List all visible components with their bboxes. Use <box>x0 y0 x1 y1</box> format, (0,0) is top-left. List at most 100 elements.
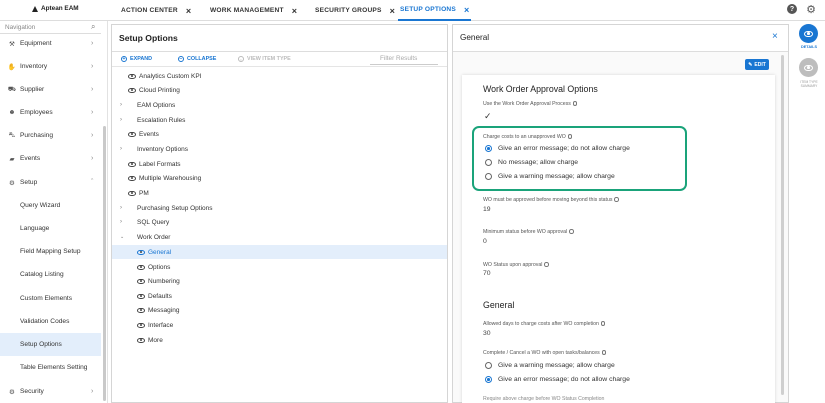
eye-icon <box>128 161 136 167</box>
close-icon[interactable]: × <box>186 6 191 16</box>
chevron-right-icon[interactable]: › <box>120 205 122 211</box>
tree-item-interface[interactable]: Interface <box>137 318 173 332</box>
tree-item-eam-options[interactable]: › EAM Options <box>120 98 175 112</box>
sidebar-scrollbar[interactable] <box>103 126 106 401</box>
info-icon[interactable] <box>572 101 578 106</box>
wo-status-approval-value: 70 <box>483 270 491 277</box>
close-icon[interactable]: × <box>772 31 778 42</box>
complete-option-warning-radio[interactable]: Give a warning message; allow charge <box>485 362 615 369</box>
truck-icon: ⛟ <box>7 86 17 93</box>
radio-unselected-icon <box>485 362 492 369</box>
collapse-button[interactable]: − COLLAPSE <box>178 56 216 62</box>
sidebar-item-employees[interactable]: ☻ Employees › <box>0 101 101 124</box>
cutoff-label: Require above charge before WO Status Co… <box>483 396 605 402</box>
tree-item-cloud-printing[interactable]: Cloud Printing <box>120 83 180 97</box>
close-icon[interactable]: × <box>292 6 297 16</box>
allowed-days-label: Allowed days to charge costs after WO co… <box>483 321 606 327</box>
view-item-type-button[interactable]: • VIEW ITEM TYPE <box>238 56 291 62</box>
chevron-right-icon[interactable]: › <box>120 117 122 123</box>
gear-icon: ⚙ <box>9 388 15 396</box>
brand-logo[interactable]: Aptean EAM <box>32 5 79 12</box>
info-icon[interactable] <box>600 321 606 326</box>
expand-button[interactable]: + EXPAND <box>121 56 152 62</box>
tree-item-options[interactable]: Options <box>137 260 170 274</box>
tree-item-defaults[interactable]: Defaults <box>137 289 172 303</box>
use-approval-process-label: Use the Work Order Approval Process <box>483 101 578 107</box>
eye-icon <box>137 278 145 284</box>
tree-item-numbering[interactable]: Numbering <box>137 274 180 288</box>
close-icon[interactable]: × <box>464 5 469 15</box>
tree-item-escalation-rules[interactable]: › Escalation Rules <box>120 113 185 127</box>
eye-icon <box>137 322 145 328</box>
tree-item-sql-query[interactable]: › SQL Query <box>120 215 169 229</box>
info-icon[interactable] <box>544 262 549 267</box>
tree-item-messaging[interactable]: Messaging <box>137 303 179 317</box>
eye-icon <box>804 30 813 37</box>
chevron-right-icon[interactable]: › <box>120 219 122 225</box>
sidebar-subitem-field-mapping-setup[interactable]: Field Mapping Setup <box>0 240 101 263</box>
eye-circle-icon: • <box>238 56 244 62</box>
allowed-days-value: 30 <box>483 330 491 337</box>
sidebar-subitem-language[interactable]: Language <box>0 217 101 240</box>
sidebar-subitem-setup-options[interactable]: Setup Options <box>0 333 101 356</box>
tree-item-multiple-warehousing[interactable]: Multiple Warehousing <box>120 171 201 185</box>
tree-item-analytics-custom-kpi[interactable]: Analytics Custom KPI <box>120 69 202 83</box>
tab-security-groups[interactable]: SECURITY GROUPS × <box>315 0 395 21</box>
tree-item-pm[interactable]: PM <box>120 186 149 200</box>
sidebar-subitem-table-elements-setting[interactable]: Table Elements Setting <box>0 356 101 379</box>
tab-action-center[interactable]: ACTION CENTER × <box>121 0 191 21</box>
info-icon[interactable] <box>567 134 573 139</box>
sidebar-item-inventory[interactable]: ✋ Inventory › <box>0 55 101 78</box>
eye-icon <box>137 307 145 313</box>
general-panel-title: General <box>460 33 490 42</box>
chevron-down-icon[interactable]: ⌄ <box>120 234 124 240</box>
sidebar-item-events[interactable]: ▰ Events › <box>0 147 101 170</box>
chevron-right-icon[interactable]: › <box>120 146 122 152</box>
filter-results-input[interactable]: Filter Results <box>370 53 438 65</box>
sidebar-item-equipment[interactable]: ⚒ Equipment › <box>0 32 101 55</box>
radio-unselected-icon <box>485 159 492 166</box>
edit-button[interactable]: ✎ EDIT <box>745 59 769 70</box>
minus-circle-icon: − <box>178 56 184 62</box>
tree-item-inventory-options[interactable]: › Inventory Options <box>120 142 188 156</box>
eye-icon <box>137 337 145 343</box>
info-icon[interactable] <box>614 197 619 202</box>
chevron-right-icon: › <box>91 86 94 93</box>
sidebar-item-security[interactable]: ⚙ Security › <box>0 380 101 403</box>
tree-item-general[interactable]: General <box>137 245 171 259</box>
help-icon[interactable]: ? <box>787 4 797 14</box>
general-panel-scrollbar[interactable] <box>781 55 784 395</box>
tree-item-purchasing-setup-options[interactable]: › Purchasing Setup Options <box>120 201 213 215</box>
sidebar-item-purchasing[interactable]: ⛍ Purchasing › <box>0 124 101 147</box>
brand-name: Aptean EAM <box>41 5 79 12</box>
tree-item-work-order[interactable]: ⌄ Work Order <box>120 230 170 244</box>
charge-option-no-message-radio[interactable]: No message; allow charge <box>485 159 578 166</box>
sidebar-subitem-catalog-listing[interactable]: Catalog Listing <box>0 263 101 286</box>
eye-icon <box>128 175 136 181</box>
sidebar-item-setup[interactable]: ⚙ Setup ˆ <box>0 171 101 194</box>
charge-option-error-radio[interactable]: Give an error message; do not allow char… <box>485 145 630 152</box>
search-input[interactable]: Navigation <box>5 24 35 31</box>
tab-setup-options[interactable]: SETUP OPTIONS × <box>398 0 472 21</box>
search-icon[interactable]: ⌕ <box>91 22 95 32</box>
chevron-right-icon: › <box>91 132 94 139</box>
details-button[interactable] <box>799 24 818 43</box>
close-icon[interactable]: × <box>390 6 395 16</box>
sidebar-item-supplier[interactable]: ⛟ Supplier › <box>0 78 101 101</box>
tree-item-events[interactable]: Events <box>120 127 159 141</box>
right-rail <box>793 21 825 403</box>
info-icon[interactable] <box>569 229 574 234</box>
tree-item-label-formats[interactable]: Label Formats <box>120 157 181 171</box>
charge-option-warning-radio[interactable]: Give a warning message; allow charge <box>485 173 615 180</box>
chevron-right-icon: › <box>91 40 94 47</box>
sidebar-subitem-query-wizard[interactable]: Query Wizard <box>0 194 101 217</box>
tab-work-management[interactable]: WORK MANAGEMENT × <box>210 0 297 21</box>
settings-gear-icon[interactable]: ⚙ <box>805 3 817 16</box>
chevron-right-icon[interactable]: › <box>120 102 122 108</box>
tree-item-more[interactable]: More <box>137 333 163 347</box>
sidebar-subitem-validation-codes[interactable]: Validation Codes <box>0 310 101 333</box>
sidebar-subitem-custom-elements[interactable]: Custom Elements <box>0 287 101 310</box>
info-icon[interactable] <box>601 350 607 355</box>
complete-option-error-radio[interactable]: Give an error message; do not allow char… <box>485 376 630 383</box>
item-type-summary-button[interactable] <box>799 58 818 77</box>
